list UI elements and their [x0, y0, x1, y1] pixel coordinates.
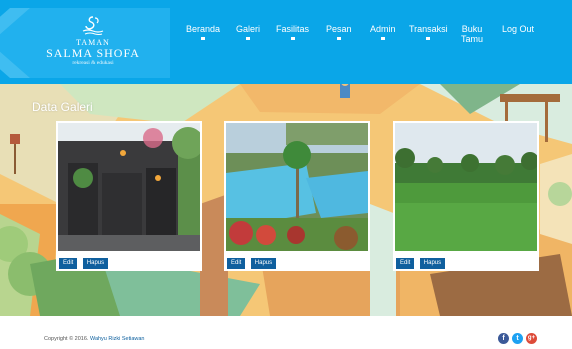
edit-button[interactable]: Edit: [227, 258, 246, 269]
delete-button[interactable]: Hapus: [419, 258, 446, 269]
nav-item-label: Admin: [370, 24, 396, 34]
nav-indicator: [246, 37, 250, 40]
nav-indicator: [336, 37, 341, 40]
card-actions: Edit Hapus: [396, 251, 446, 269]
nav-indicator: [201, 37, 206, 40]
footer: Copyright © 2016. Wahyu Rizki Setiawan f…: [0, 316, 572, 349]
nav-item-label: Fasilitas: [276, 24, 310, 34]
author-link[interactable]: Wahyu Rizki Setiawan: [90, 336, 145, 342]
edit-button[interactable]: Edit: [396, 258, 415, 269]
nav-item-label: Pesan: [326, 24, 352, 34]
nav-item-label: Beranda: [186, 24, 221, 34]
facebook-icon[interactable]: f: [498, 333, 509, 344]
twitter-icon[interactable]: t: [512, 333, 523, 344]
gallery-photo-3: [395, 123, 537, 251]
nav-item-transaksi[interactable]: Transaksi: [409, 24, 448, 40]
edit-button[interactable]: Edit: [59, 258, 78, 269]
nav-item-buku-tamu[interactable]: Buku Tamu: [461, 24, 483, 44]
nav-item-admin[interactable]: Admin: [370, 24, 396, 40]
nav-item-label: Galeri: [236, 24, 261, 34]
delete-button[interactable]: Hapus: [82, 258, 109, 269]
nav-item-sublabel: Tamu: [461, 34, 484, 44]
gallery-card: Edit Hapus: [393, 121, 539, 271]
nav-item-beranda[interactable]: Beranda: [186, 24, 220, 40]
nav-indicator: [426, 37, 431, 40]
header: TAMAN SALMA SHOFA rekreasi & edukasi Ber…: [0, 0, 572, 84]
nav-item-logout[interactable]: Log Out: [502, 24, 534, 34]
nav-item-label: Transaksi: [409, 24, 448, 34]
card-actions: Edit Hapus: [59, 251, 109, 269]
gallery-photo-2: [226, 123, 368, 251]
nav-item-label: Log Out: [502, 24, 535, 34]
nav-item-galeri[interactable]: Galeri: [236, 24, 260, 40]
page: TAMAN SALMA SHOFA rekreasi & edukasi Ber…: [0, 0, 572, 349]
nav-indicator: [380, 37, 385, 40]
gallery-photo-1: [58, 123, 200, 251]
gallery-image[interactable]: [226, 123, 368, 251]
nav-item-fasilitas[interactable]: Fasilitas: [276, 24, 309, 40]
gallery-image[interactable]: [58, 123, 200, 251]
card-actions: Edit Hapus: [227, 251, 277, 269]
gallery-card: Edit Hapus: [224, 121, 370, 271]
gallery-card: Edit Hapus: [56, 121, 202, 271]
nav-item-pesan[interactable]: Pesan: [326, 24, 352, 40]
nav-indicator: [290, 37, 295, 40]
gallery-image[interactable]: [395, 123, 537, 251]
section-title: Data Galeri: [32, 100, 93, 114]
copyright-prefix: Copyright © 2016.: [44, 336, 89, 342]
main-nav: Beranda Galeri Fasilitas Pesan Admin Tra…: [0, 24, 572, 64]
googleplus-icon[interactable]: g+: [526, 333, 537, 344]
delete-button[interactable]: Hapus: [250, 258, 277, 269]
nav-item-label: Buku: [461, 24, 483, 34]
copyright-text: Copyright © 2016. Wahyu Rizki Setiawan: [44, 336, 144, 342]
